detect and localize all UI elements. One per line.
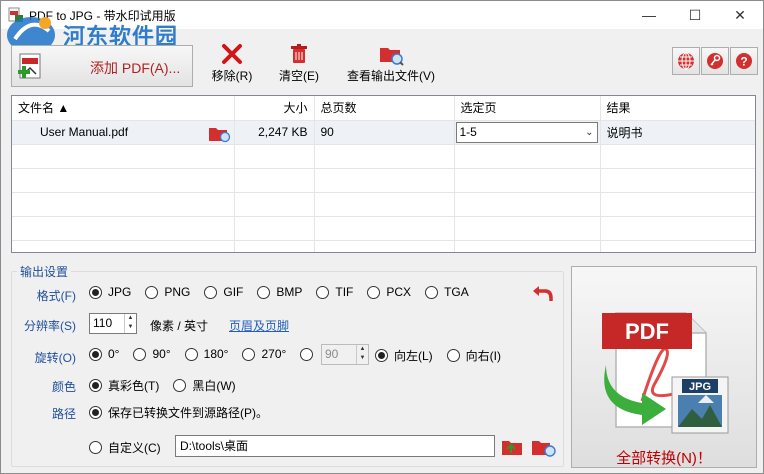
rotate-left-radio[interactable]: 向左(L) (375, 347, 433, 364)
convert-all-button[interactable]: PDF JPG 全部转换(N)！ (571, 266, 757, 468)
path-label: 路径 (51, 407, 76, 421)
color-options: 真彩色(T) 黑白(W) (89, 377, 250, 394)
rotate-180-radio[interactable]: 180° (184, 347, 228, 361)
dpi-unit: 像素 / 英寸 (150, 319, 209, 333)
format-tga-radio[interactable]: TGA (425, 285, 469, 299)
clear-button[interactable]: 清空(E) (273, 41, 325, 87)
col-size[interactable]: 大小 (234, 96, 315, 121)
file-name: User Manual.pdf (40, 125, 129, 139)
dpi-label: 分辨率(S) (24, 319, 76, 333)
register-button[interactable] (701, 47, 729, 75)
svg-text:?: ? (740, 55, 747, 69)
selected-pages-combo[interactable]: 1-5 ⌄ (455, 121, 598, 143)
path-source-option: 保存已转换文件到源路径(P)。 (89, 404, 282, 421)
table-row (12, 192, 755, 217)
path-source-radio[interactable]: 保存已转换文件到源路径(P)。 (89, 404, 268, 421)
remove-button[interactable]: 移除(R) (207, 41, 257, 87)
table-row (12, 240, 755, 252)
key-icon (707, 53, 723, 69)
open-folder-icon[interactable] (208, 123, 232, 143)
undo-arrow-icon[interactable] (531, 281, 555, 303)
rotate-0-radio[interactable]: 0° (89, 347, 119, 361)
table-row (12, 144, 755, 169)
format-pcx-radio[interactable]: PCX (367, 285, 411, 299)
title-bar: PDF to JPG - 带水印试用版 — ☐ ✕ (1, 1, 763, 29)
pdf-to-jpg-icon: PDF JPG (602, 312, 729, 434)
rotate-270-radio[interactable]: 270° (242, 347, 286, 361)
jpg-badge-text: JPG (689, 381, 711, 393)
folder-search-icon (380, 48, 404, 66)
view-output-label: 查看输出文件(V) (347, 69, 435, 83)
format-jpg-radio[interactable]: JPG (89, 285, 131, 299)
format-gif-radio[interactable]: GIF (204, 285, 243, 299)
minimize-button[interactable]: — (626, 1, 672, 29)
website-button[interactable] (672, 47, 700, 75)
format-bmp-radio[interactable]: BMP (257, 285, 302, 299)
rotate-label: 旋转(O) (34, 351, 76, 365)
open-output-folder-icon[interactable] (531, 436, 557, 458)
output-settings-title: 输出设置 (17, 263, 72, 280)
add-pdf-icon (18, 53, 41, 79)
rotate-direction-options: 向左(L) 向右(I) (375, 347, 515, 364)
maximize-button[interactable]: ☐ (672, 1, 718, 29)
app-window: PDF to JPG - 带水印试用版 — ☐ ✕ 河东软件园 www.pc03… (0, 0, 764, 474)
path-custom-option: 自定义(C) (89, 439, 175, 456)
file-pages: 90 (314, 120, 455, 145)
color-bw-radio[interactable]: 黑白(W) (173, 377, 236, 394)
table-row (12, 168, 755, 193)
rotate-custom-value: 90 (325, 347, 339, 361)
col-result[interactable]: 结果 (600, 96, 755, 121)
remove-x-icon (222, 44, 242, 64)
rotate-custom-spinner: 90 ▲ ▼ (321, 344, 369, 365)
format-png-radio[interactable]: PNG (145, 285, 190, 299)
help-icon: ? (736, 53, 752, 69)
file-list-header: 文件名 ▲ 大小 总页数 选定页 结果 (12, 96, 755, 121)
add-pdf-label: 添加 PDF(A)... (90, 60, 181, 76)
custom-path-input[interactable]: D:\tools\桌面 (175, 435, 495, 457)
color-label: 颜色 (51, 380, 76, 394)
format-tif-radio[interactable]: TIF (316, 285, 353, 299)
selected-pages-value: 1-5 (459, 124, 477, 139)
view-output-button[interactable]: 查看输出文件(V) (341, 41, 441, 87)
convert-all-label: 全部转换(N)！ (616, 450, 712, 467)
path-custom-radio[interactable]: 自定义(C) (89, 439, 161, 456)
pdf-badge-text: PDF (625, 319, 669, 344)
format-options: JPG PNG GIF BMP TIF PCX TGA (89, 285, 483, 299)
spinner-arrows-icon[interactable]: ▲ ▼ (124, 314, 136, 333)
dpi-value: 110 (93, 316, 113, 330)
custom-path-value: D:\tools\桌面 (180, 439, 249, 453)
rotate-90-radio[interactable]: 90° (133, 347, 171, 361)
file-list[interactable]: 文件名 ▲ 大小 总页数 选定页 结果 User Manual.pdf 2,24… (11, 95, 756, 253)
spinner-arrows-icon: ▲ ▼ (356, 345, 368, 364)
clear-label: 清空(E) (279, 69, 319, 83)
table-row[interactable]: User Manual.pdf 2,247 KB 90 1-5 ⌄ 说明书 (12, 120, 755, 145)
globe-icon (678, 52, 694, 70)
col-filename[interactable]: 文件名 ▲ (12, 96, 235, 121)
header-footer-link[interactable]: 页眉及页脚 (229, 317, 289, 334)
rotate-options: 0° 90° 180° 270° (89, 347, 323, 361)
dpi-spinner[interactable]: 110 ▲ ▼ (89, 313, 137, 334)
remove-label: 移除(R) (211, 69, 253, 83)
chevron-down-icon: ⌄ (585, 126, 594, 138)
table-row (12, 216, 755, 241)
add-pdf-button[interactable]: 添加 PDF(A)... (11, 45, 193, 87)
file-size: 2,247 KB (234, 120, 315, 145)
format-label: 格式(F) (36, 289, 76, 303)
app-icon (8, 7, 23, 22)
close-button[interactable]: ✕ (717, 1, 763, 29)
trash-icon (291, 44, 307, 63)
file-result[interactable]: 说明书 (600, 120, 755, 145)
col-pages[interactable]: 总页数 (314, 96, 455, 121)
rotate-right-radio[interactable]: 向右(I) (446, 347, 501, 364)
window-title: PDF to JPG - 带水印试用版 (29, 9, 176, 23)
browse-folder-icon[interactable] (501, 436, 525, 458)
col-selected-pages[interactable]: 选定页 (454, 96, 601, 121)
rotate-custom-radio[interactable] (300, 347, 319, 361)
color-true-radio[interactable]: 真彩色(T) (89, 377, 159, 394)
help-button[interactable]: ? (730, 47, 758, 75)
